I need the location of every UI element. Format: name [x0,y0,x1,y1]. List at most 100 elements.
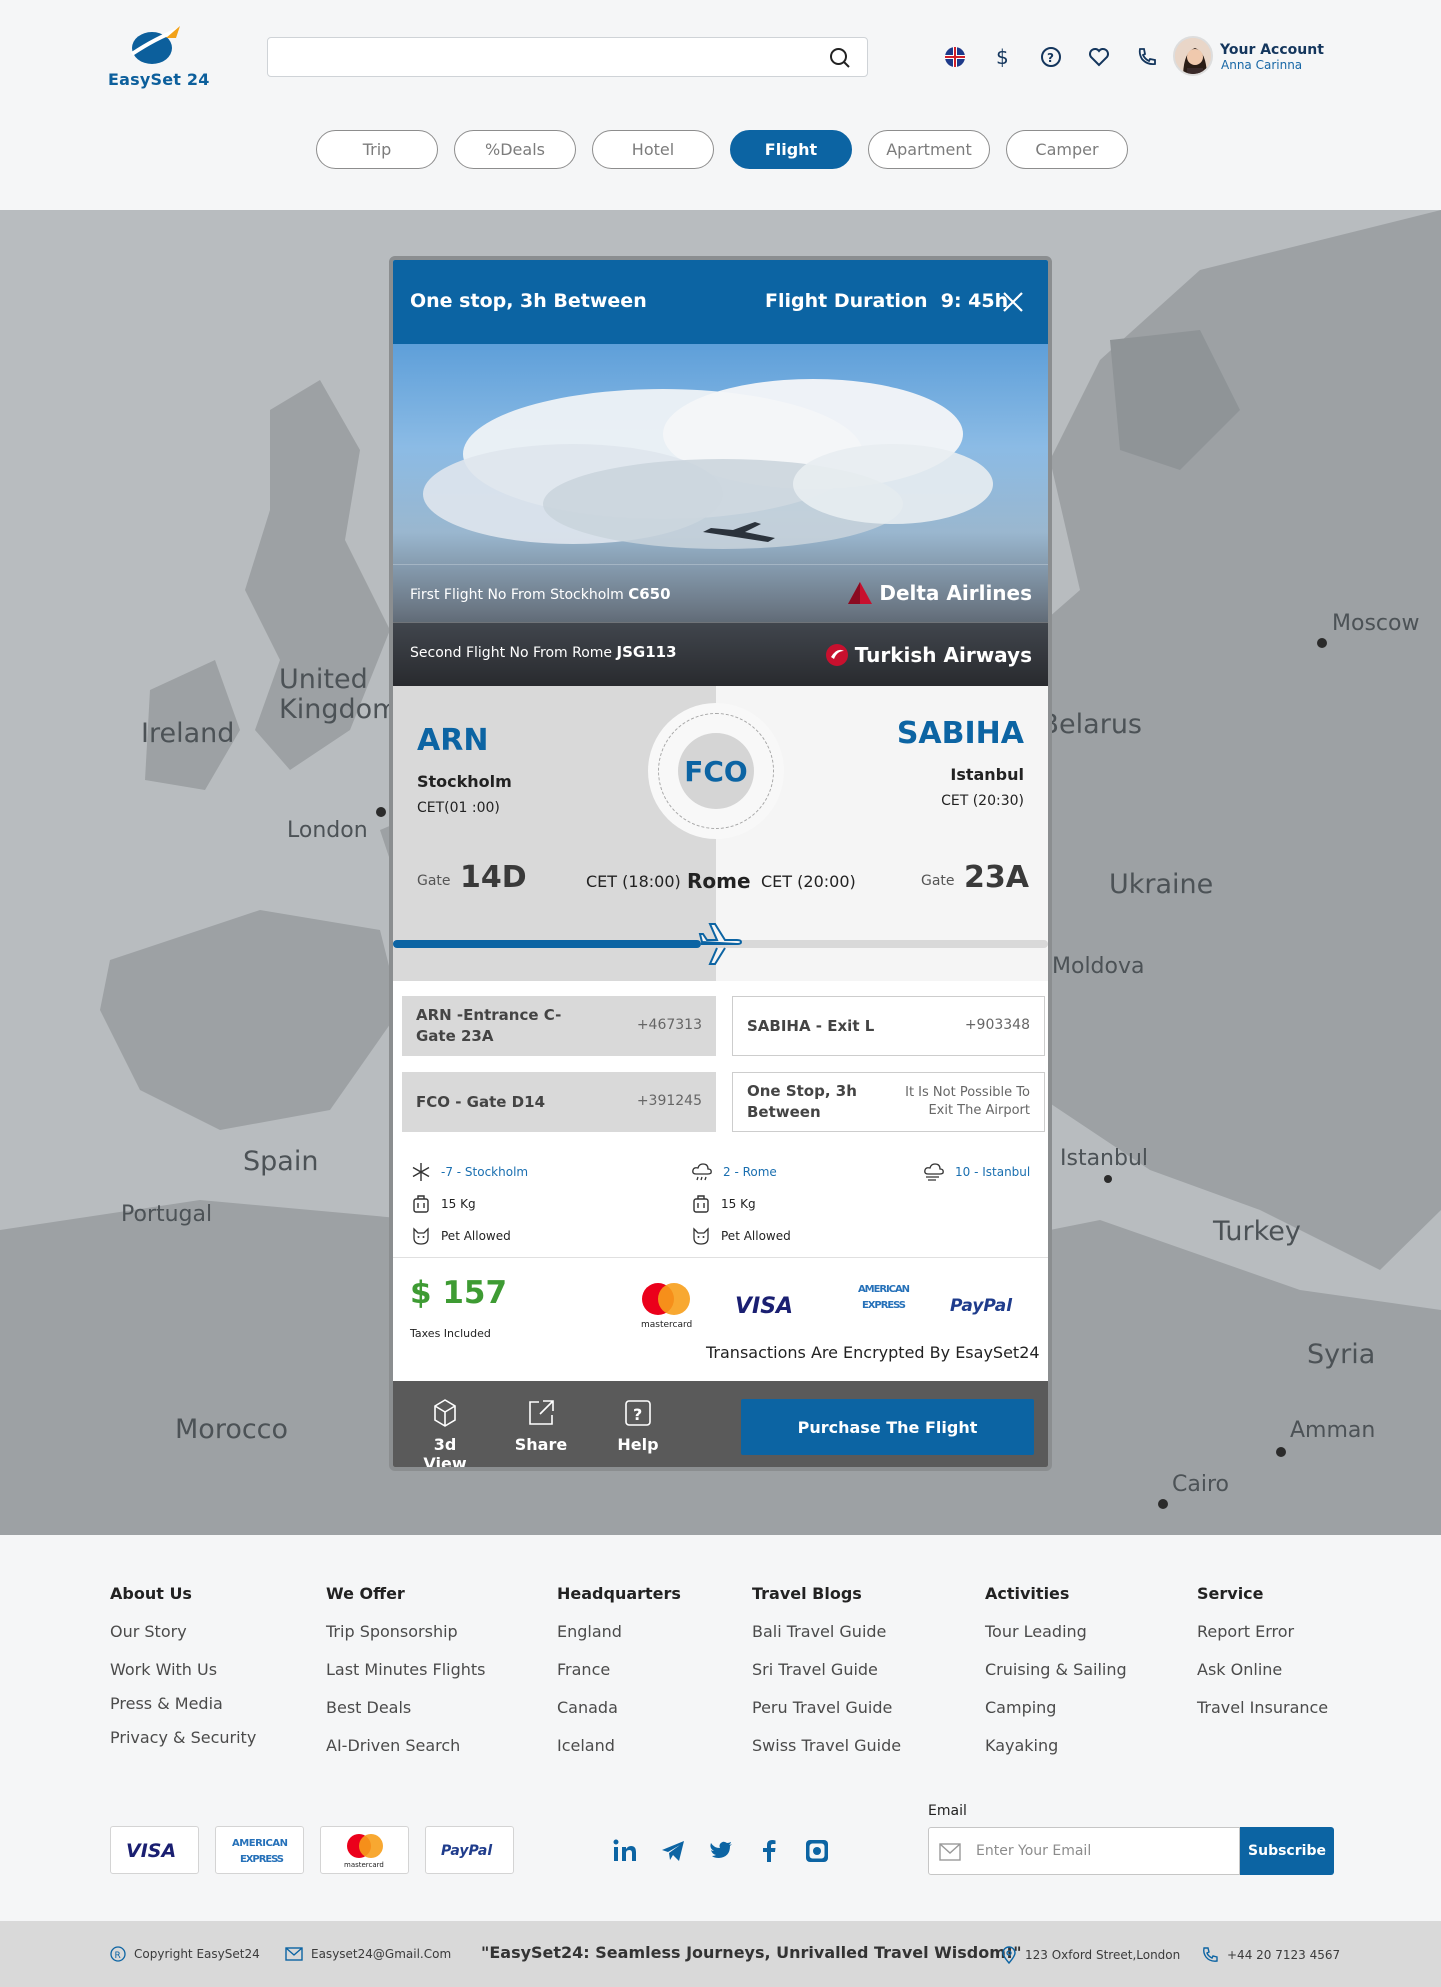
tab-camper[interactable]: Camper [1006,130,1128,169]
pet-icon [693,1227,709,1245]
subscribe-button[interactable]: Subscribe [1240,1827,1334,1875]
phone-number[interactable]: +44 20 7123 4567 [1201,1946,1340,1964]
paypal-icon: PayPal [950,1296,1013,1316]
heart-icon[interactable] [1087,45,1111,69]
telegram-icon[interactable] [660,1838,686,1864]
tab-trip[interactable]: Trip [316,130,438,169]
footer-link[interactable]: Camping [985,1698,1056,1717]
map-label-london: London [287,818,368,843]
svg-text:EXPRESS: EXPRESS [862,1300,906,1311]
address: 123 Oxford Street,London [1001,1946,1180,1964]
search-icon[interactable] [829,47,851,69]
footer-link[interactable]: Cruising & Sailing [985,1660,1127,1679]
footer-link[interactable]: Privacy & Security [110,1728,256,1747]
delta-logo-icon [848,582,873,604]
luggage-icon [413,1195,429,1213]
email-placeholder: Enter Your Email [976,1843,1092,1859]
weather-rome: 2 - Rome [691,1162,777,1182]
3d-view-button[interactable]: 3d View [410,1397,480,1467]
email-field[interactable]: Enter Your Email [928,1827,1240,1875]
stop-info: One stop, 3h Between [410,290,647,312]
svg-text:VISA: VISA [126,1840,176,1862]
map-label-ireland: Ireland [141,718,235,749]
footer-link[interactable]: Report Error [1197,1622,1294,1641]
second-flight-airline: Turkish Airways [854,643,1032,667]
footer-link[interactable]: Best Deals [326,1698,411,1717]
help-icon[interactable]: ? [1039,45,1063,69]
mastercard-icon: mastercard [344,1834,383,1869]
layover-info-name: One Stop, 3h Between [747,1082,857,1121]
footer-paypal-logo: PayPal [425,1826,514,1874]
weather-stockholm: -7 - Stockholm [411,1162,528,1182]
footer-link[interactable]: England [557,1622,622,1641]
linkedin-icon[interactable] [612,1838,638,1864]
purchase-flight-button[interactable]: Purchase The Flight [741,1399,1034,1455]
origin-gate-info-phone: +467313 [636,1017,702,1034]
tab-apartment[interactable]: Apartment [868,130,990,169]
route-section: ARN Stockholm CET(01 :00) SABIHA Istanbu… [393,686,1048,981]
footer-link[interactable]: Our Story [110,1622,187,1641]
footer-link[interactable]: Bali Travel Guide [752,1622,886,1641]
location-pin-icon [1002,1946,1016,1964]
flight-details-card: One stop, 3h Between Flight Duration 9: … [389,256,1052,1471]
footer-link[interactable]: Work With Us [110,1660,217,1679]
help-button[interactable]: ? Help [603,1397,673,1454]
map-label-istanbul: Istanbul [1060,1146,1149,1171]
phone-icon[interactable] [1135,45,1159,69]
american-express-icon: AMERICAN EXPRESS [854,1278,912,1312]
avatar[interactable] [1173,36,1213,76]
twitter-icon[interactable] [708,1838,734,1864]
map-label-portugal: Portugal [121,1202,213,1227]
baggage-second-flight: 15 Kg [691,1194,756,1214]
layover-info: One Stop, 3h Between It Is Not Possible … [732,1072,1045,1132]
tab-deals[interactable]: %Deals [454,130,576,169]
footer-column-about: About Us Our Story Work With Us Press & … [110,1584,256,1747]
instagram-icon[interactable] [804,1838,830,1864]
origin-gate-label: Gate [417,873,451,889]
footer-link[interactable]: Ask Online [1197,1660,1282,1679]
tab-flight[interactable]: Flight [730,130,852,169]
footer-link[interactable]: AI-Driven Search [326,1736,460,1755]
footer-link[interactable]: Canada [557,1698,618,1717]
slogan: "EasySet24: Seamless Journeys, Unrivalle… [481,1943,1022,1962]
svg-text:AMERICAN: AMERICAN [858,1284,910,1295]
pet-icon [413,1227,429,1245]
close-icon[interactable] [1002,291,1024,313]
facebook-icon[interactable] [756,1838,782,1864]
dollar-icon[interactable]: $ [991,45,1015,69]
footer-link[interactable]: Sri Travel Guide [752,1660,878,1679]
map-label-turkey: Turkey [1213,1216,1301,1247]
account-user-name[interactable]: Anna Carinna [1221,58,1302,72]
first-flight-number: C650 [628,585,671,603]
footer-link[interactable]: France [557,1660,610,1679]
uk-flag-icon[interactable] [943,45,967,69]
origin-gate: 14D [460,860,527,895]
search-input[interactable] [268,38,808,76]
map-label-syria: Syria [1307,1339,1376,1370]
footer-link[interactable]: Last Minutes Flights [326,1660,485,1679]
search-bar[interactable] [267,37,868,77]
footer-link[interactable]: Tour Leading [985,1622,1087,1641]
footer-link[interactable]: Iceland [557,1736,615,1755]
stopover-arrival-time: CET (18:00) [586,872,681,891]
footer-link[interactable]: Peru Travel Guide [752,1698,892,1717]
map-label-moldova: Moldova [1052,954,1145,979]
snowflake-icon [412,1163,430,1181]
pets-first-flight: Pet Allowed [411,1226,511,1246]
tab-hotel[interactable]: Hotel [592,130,714,169]
footer-link[interactable]: Kayaking [985,1736,1058,1755]
account-title[interactable]: Your Account [1220,42,1324,58]
map-label-moscow: Moscow [1332,611,1420,636]
map-label-amman: Amman [1290,1418,1376,1443]
share-button[interactable]: Share [506,1397,576,1454]
footer-link[interactable]: Press & Media [110,1694,223,1713]
footer-link[interactable]: Trip Sponsorship [326,1622,458,1641]
registered-icon: R [110,1946,126,1962]
second-flight-text: Second Flight No From Rome [410,645,613,661]
map-label-morocco: Morocco [175,1414,289,1445]
contact-email[interactable]: Easyset24@Gmail.Com [285,1946,451,1962]
footer-link[interactable]: Swiss Travel Guide [752,1736,901,1755]
tax-note: Taxes Included [410,1327,491,1340]
footer-link[interactable]: Travel Insurance [1197,1698,1328,1717]
copyright: R Copyright EasySet24 [110,1946,260,1962]
